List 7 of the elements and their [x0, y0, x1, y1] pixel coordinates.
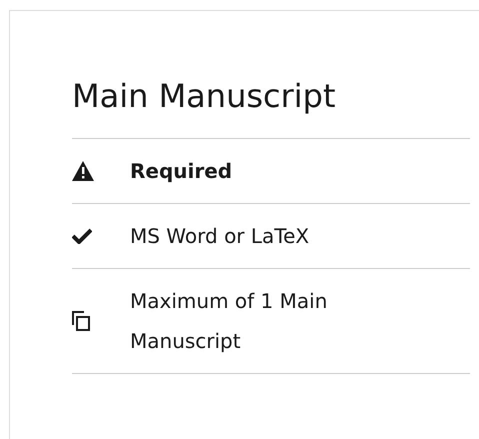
check-icon: [72, 228, 92, 244]
section-title: Main Manuscript: [72, 76, 337, 117]
requirement-text: MS Word or LaTeX: [130, 223, 310, 250]
requirement-text: Maximum of 1 Main Manuscript: [130, 288, 328, 355]
copy-icon: [72, 311, 90, 331]
warning-icon: [72, 161, 94, 181]
requirement-text: Required: [130, 158, 232, 185]
